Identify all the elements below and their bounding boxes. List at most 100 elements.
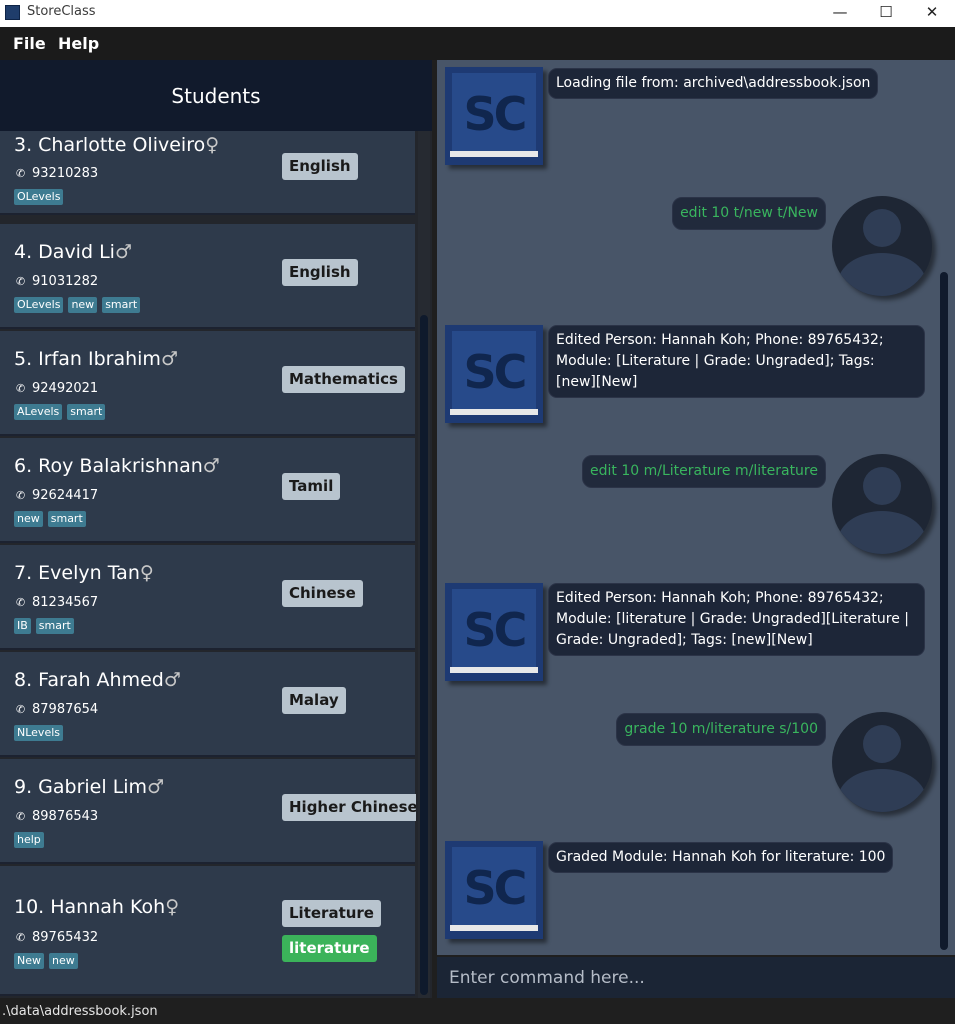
phone-row: ✆ 93210283	[16, 166, 99, 181]
tag: new	[14, 511, 43, 527]
tag: OLevels	[14, 297, 64, 313]
module-badge: Higher Chinese	[282, 794, 416, 821]
phone-icon: ✆	[16, 703, 26, 716]
menu-bar: File Help	[0, 27, 955, 60]
phone-row: ✆ 89765432	[16, 930, 99, 945]
gender-icon: ♂	[163, 669, 181, 691]
gender-icon: ♀	[205, 134, 220, 156]
gender-icon: ♂	[147, 776, 165, 798]
student-name: 9. Gabriel Lim♂	[14, 776, 165, 798]
gender-icon: ♂	[114, 241, 132, 263]
tag: smart	[67, 404, 106, 420]
phone-row: ✆ 91031282	[16, 274, 99, 289]
gender-icon: ♂	[160, 348, 178, 370]
student-card[interactable]: 8. Farah Ahmed♂ ✆ 87987654 NLevels Malay	[0, 652, 415, 757]
student-name: 7. Evelyn Tan♀	[14, 562, 154, 584]
phone-row: ✆ 92624417	[16, 488, 99, 503]
student-card[interactable]: 7. Evelyn Tan♀ ✆ 81234567 IB smart Chines…	[0, 545, 415, 650]
student-name: 5. Irfan Ibrahim♂	[14, 348, 178, 370]
student-name: 10. Hannah Koh♀	[14, 896, 180, 918]
tag: smart	[102, 297, 141, 313]
user-command-message: edit 10 m/Literature m/literature	[582, 455, 826, 488]
tag: IB	[14, 618, 31, 634]
module-badge: Chinese	[282, 580, 363, 607]
menu-help[interactable]: Help	[58, 34, 99, 53]
student-name: 8. Farah Ahmed♂	[14, 669, 181, 691]
tag: NLevels	[14, 725, 63, 741]
bot-message: Loading file from: archived\addressbook.…	[548, 68, 879, 99]
bot-message: Graded Module: Hannah Koh for literature…	[548, 842, 894, 873]
student-list[interactable]: 3. Charlotte Oliveiro♀ ✆ 93210283 OLevels…	[0, 131, 416, 998]
phone-icon: ✆	[16, 810, 26, 823]
tag-list: OLevels	[14, 189, 64, 205]
minimize-button[interactable]: —	[817, 0, 863, 27]
phone-icon: ✆	[16, 167, 26, 180]
student-name: 3. Charlotte Oliveiro♀	[14, 134, 220, 156]
gender-icon: ♀	[165, 896, 180, 918]
tag-list: OLevels new smart	[14, 297, 141, 313]
command-box	[437, 957, 955, 998]
user-command-message: edit 10 t/new t/New	[672, 197, 826, 230]
chat-panel: SC Loading file from: archived\addressbo…	[437, 60, 955, 955]
student-card[interactable]: 3. Charlotte Oliveiro♀ ✆ 93210283 OLevels…	[0, 131, 415, 215]
menu-file[interactable]: File	[13, 34, 46, 53]
phone-icon: ✆	[16, 489, 26, 502]
bot-message: Edited Person: Hannah Koh; Phone: 897654…	[548, 583, 925, 656]
phone-row: ✆ 87987654	[16, 702, 99, 717]
phone-row: ✆ 81234567	[16, 595, 99, 610]
student-card[interactable]: 10. Hannah Koh♀ ✆ 89765432 New new Litera…	[0, 866, 415, 996]
status-bar: .\data\addressbook.json	[0, 1000, 955, 1024]
student-name: 6. Roy Balakrishnan♂	[14, 455, 220, 477]
close-button[interactable]: ✕	[909, 0, 955, 27]
title-bar: StoreClass — ☐ ✕	[0, 0, 955, 27]
tag-list: New new	[14, 953, 78, 969]
storeclass-logo-icon: SC	[445, 841, 543, 939]
phone-icon: ✆	[16, 596, 26, 609]
student-list-panel: Students 3. Charlotte Oliveiro♀ ✆ 9321028…	[0, 60, 432, 998]
student-card[interactable]: 5. Irfan Ibrahim♂ ✆ 92492021 ALevels smar…	[0, 331, 415, 436]
gender-icon: ♂	[202, 455, 220, 477]
module-badge: English	[282, 259, 358, 286]
window-title: StoreClass	[27, 4, 96, 19]
module-badge: English	[282, 153, 358, 180]
phone-icon: ✆	[16, 382, 26, 395]
tag: new	[49, 953, 78, 969]
student-name: 4. David Li♂	[14, 241, 132, 263]
storeclass-logo-icon: SC	[445, 583, 543, 681]
command-input[interactable]	[437, 957, 955, 998]
module-badge: Mathematics	[282, 366, 405, 393]
student-list-scroll-thumb[interactable]	[420, 315, 428, 995]
tag: OLevels	[14, 189, 64, 205]
app-icon	[5, 5, 20, 20]
tag: ALevels	[14, 404, 63, 420]
phone-icon: ✆	[16, 275, 26, 288]
student-card[interactable]: 4. David Li♂ ✆ 91031282 OLevels new smart…	[0, 224, 415, 329]
chat-scroll-thumb[interactable]	[940, 272, 948, 950]
tag-list: IB smart	[14, 618, 74, 634]
user-command-message: grade 10 m/literature s/100	[616, 713, 826, 746]
module-badge: Tamil	[282, 473, 341, 500]
tag: help	[14, 832, 44, 848]
tag: smart	[47, 511, 86, 527]
tag: new	[68, 297, 98, 313]
bot-message: Edited Person: Hannah Koh; Phone: 897654…	[548, 325, 925, 398]
storeclass-logo-icon: SC	[445, 325, 543, 423]
storeclass-logo-icon: SC	[445, 67, 543, 165]
student-card[interactable]: 6. Roy Balakrishnan♂ ✆ 92624417 new smart…	[0, 438, 415, 543]
module-badge: Literature	[282, 900, 381, 927]
phone-row: ✆ 92492021	[16, 381, 99, 396]
phone-row: ✆ 89876543	[16, 809, 99, 824]
tag-list: NLevels	[14, 725, 63, 741]
phone-icon: ✆	[16, 931, 26, 944]
tag-list: ALevels smart	[14, 404, 106, 420]
module-badge: Malay	[282, 687, 346, 714]
gender-icon: ♀	[139, 562, 154, 584]
user-icon	[832, 454, 932, 554]
students-heading: Students	[0, 60, 432, 131]
maximize-button[interactable]: ☐	[863, 0, 909, 27]
student-card[interactable]: 9. Gabriel Lim♂ ✆ 89876543 help Higher Ch…	[0, 759, 416, 864]
user-icon	[832, 712, 932, 812]
graded-module-badge: literature	[282, 935, 377, 962]
user-icon	[832, 196, 932, 296]
tag: smart	[35, 618, 74, 634]
